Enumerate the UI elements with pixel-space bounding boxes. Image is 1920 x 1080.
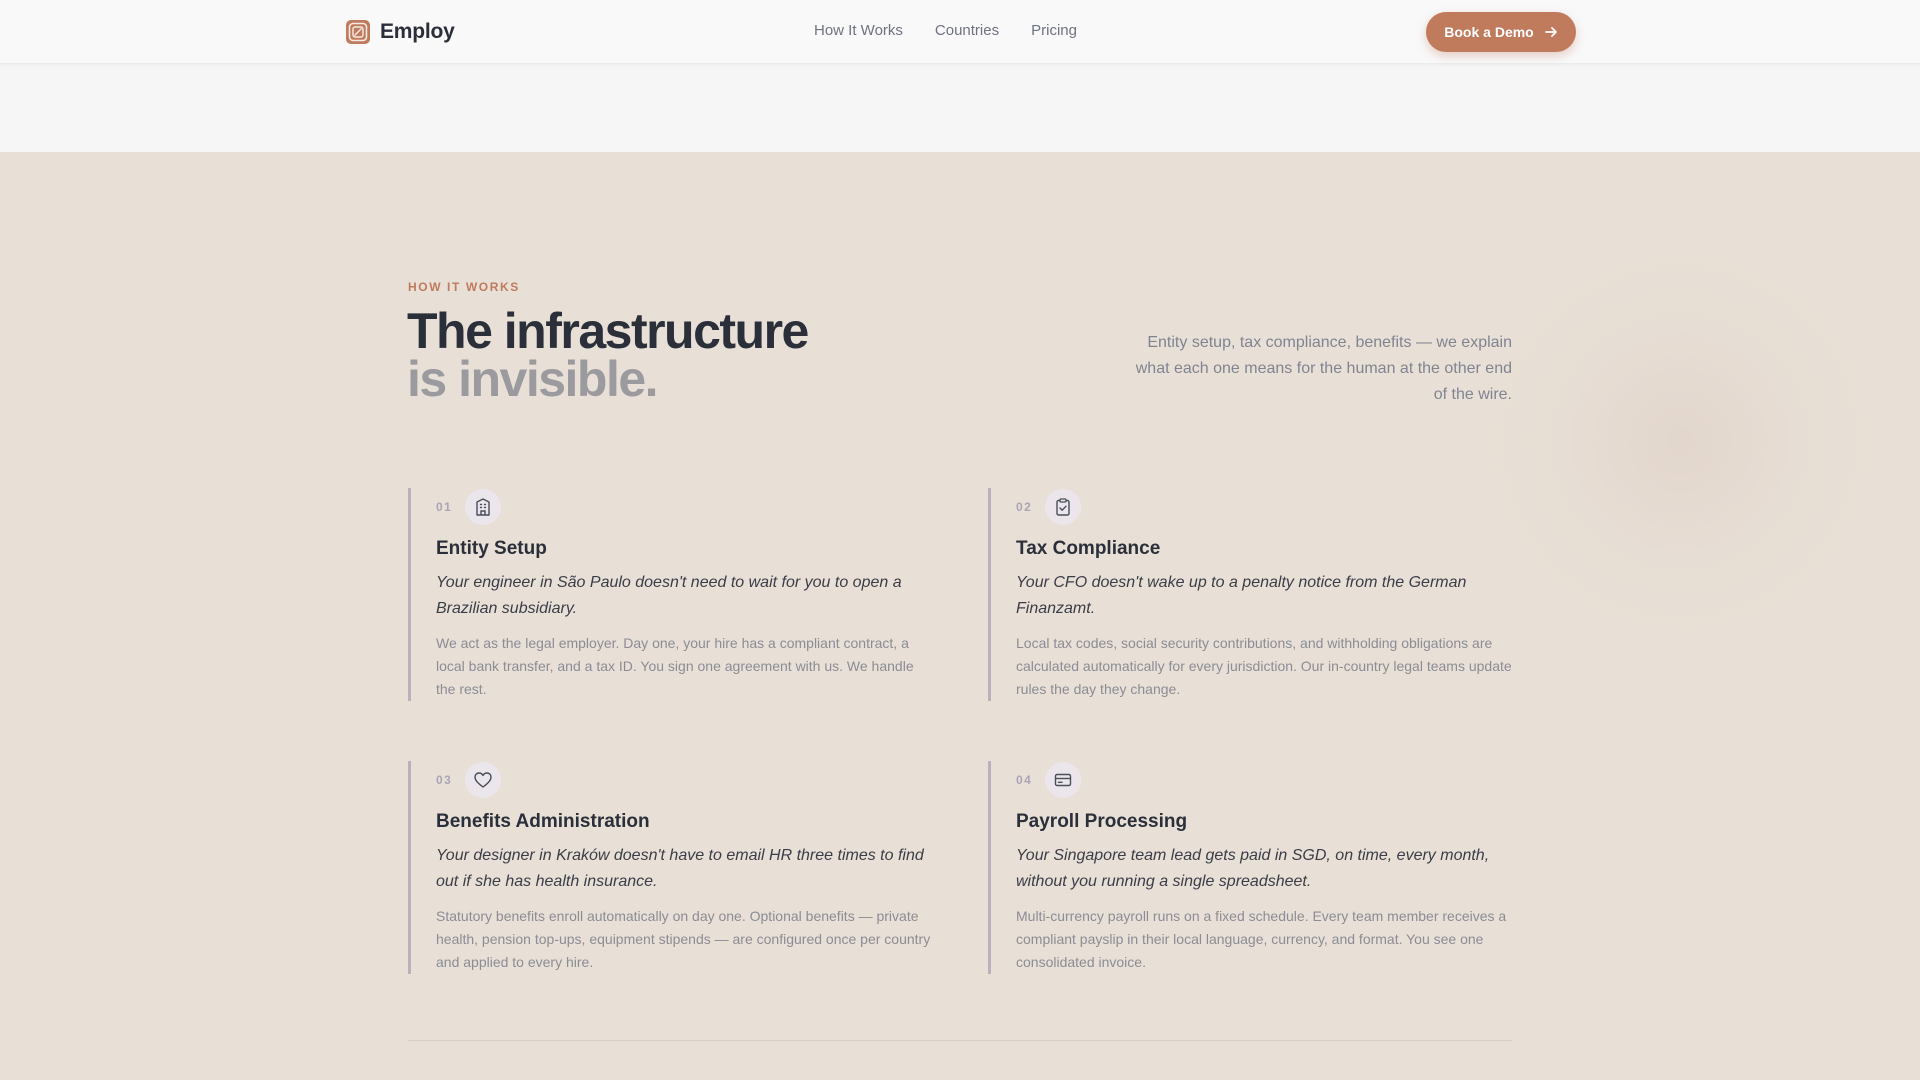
- headline-line-2: is invisible.: [407, 351, 659, 407]
- hero-strip: [0, 64, 1920, 152]
- section-divider: [408, 1040, 1512, 1041]
- nav-link-how-it-works[interactable]: How It Works: [814, 22, 903, 39]
- section-eyebrow: HOW IT WORKS: [408, 280, 520, 294]
- background-glow: [1480, 222, 1880, 662]
- card-title: Benefits Administration: [436, 811, 650, 832]
- card-quote: Your CFO doesn't wake up to a penalty no…: [1016, 574, 1467, 617]
- card-quote: Your Singapore team lead gets paid in SG…: [1016, 847, 1490, 890]
- card-header: 03: [436, 761, 928, 799]
- section-intro: Entity setup, tax compliance, benefits —…: [1135, 334, 1512, 403]
- card-title: Entity Setup: [436, 538, 547, 559]
- card-header: 04: [1016, 761, 1508, 799]
- feature-card-payroll-processing: 04 Payroll Processing Your Singapore tea…: [988, 761, 1508, 974]
- top-nav: Employ How It Works Countries Pricing Bo…: [0, 0, 1920, 64]
- nav-links: How It Works Countries Pricing: [814, 22, 1077, 39]
- card-title: Tax Compliance: [1016, 538, 1161, 559]
- card-icon-badge: [465, 762, 501, 798]
- card-quote: Your engineer in São Paulo doesn't need …: [436, 574, 902, 617]
- card-quote: Your designer in Kraków doesn't have to …: [436, 847, 924, 890]
- card-number: 02: [1016, 500, 1033, 514]
- credit-card-icon: [1054, 773, 1072, 787]
- brand-home-link[interactable]: Employ: [345, 18, 455, 46]
- brand-name: Employ: [380, 20, 455, 43]
- card-number: 01: [436, 500, 453, 514]
- card-body: We act as the legal employer. Day one, y…: [436, 635, 914, 697]
- card-header: 02: [1016, 488, 1508, 526]
- book-demo-button[interactable]: Book a Demo: [1426, 12, 1576, 52]
- card-header: 01: [436, 488, 928, 526]
- card-number: 03: [436, 773, 453, 787]
- heart-icon: [474, 772, 492, 788]
- card-icon-badge: [465, 489, 501, 525]
- card-body: Statutory benefits enroll automatically …: [436, 908, 931, 970]
- nav-link-countries[interactable]: Countries: [935, 22, 999, 39]
- clipboard-check-icon: [1056, 498, 1070, 516]
- headline-line-1: The infrastructure: [407, 303, 809, 359]
- card-body: Multi-currency payroll runs on a fixed s…: [1016, 908, 1507, 970]
- book-demo-label: Book a Demo: [1444, 24, 1534, 40]
- nav-link-pricing[interactable]: Pricing: [1031, 22, 1077, 39]
- feature-card-entity-setup: 01 Entity Setup Your engineer in São Pau…: [408, 488, 928, 701]
- card-number: 04: [1016, 773, 1033, 787]
- arrow-right-icon: [1544, 27, 1557, 37]
- building-icon: [476, 498, 490, 516]
- feature-card-benefits-administration: 03 Benefits Administration Your designer…: [408, 761, 930, 974]
- brand-logo-icon: [346, 20, 370, 44]
- card-body: Local tax codes, social security contrib…: [1016, 635, 1512, 697]
- card-icon-badge: [1045, 762, 1081, 798]
- feature-card-tax-compliance: 02 Tax Compliance Your CFO doesn't wake …: [988, 488, 1512, 701]
- section-headline: The infrastructure is invisible.: [407, 303, 809, 407]
- card-icon-badge: [1045, 489, 1081, 525]
- how-it-works-section: HOW IT WORKS The infrastructure is invis…: [0, 152, 1920, 1080]
- card-title: Payroll Processing: [1016, 811, 1188, 832]
